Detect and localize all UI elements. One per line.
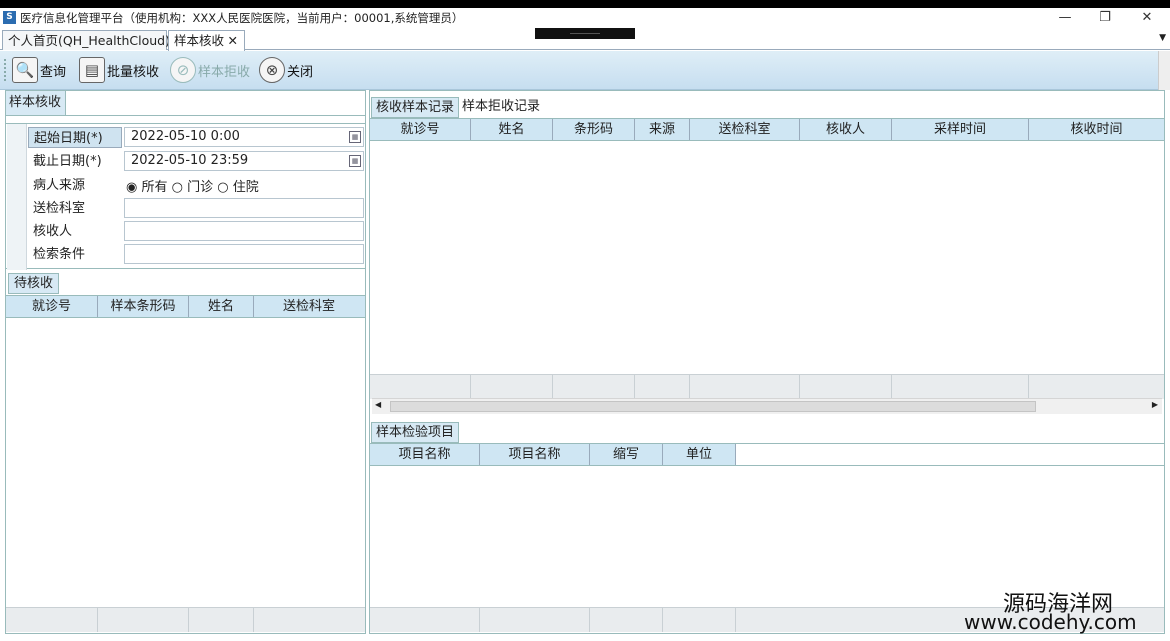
tab-test-items[interactable]: 样本检验项目 [371,422,460,443]
radio-all[interactable]: ◉ 所有 [126,180,168,195]
end-date-row: 截止日期(*) 2022-05-10 23:59 ▦ [8,150,364,173]
horizontal-scrollbar[interactable]: ◀ ▶ [372,398,1162,414]
calendar-icon[interactable]: ▦ [349,155,361,167]
reject-sample-label: 样本拒收 [198,64,251,80]
top-black-band [0,0,1170,8]
items-grid-header-filler [736,444,1164,465]
calendar-icon[interactable]: ▦ [349,131,361,143]
restore-button[interactable]: ❐ [1090,8,1120,28]
tab-sample-verify[interactable]: 样本核收 ✕ [168,30,245,51]
tab-rejected-records[interactable]: 样本拒收记录 [458,97,544,118]
pending-grid-footer [6,607,365,632]
search-condition-input[interactable] [124,244,364,264]
patient-source-radio-group: ◉ 所有 ○ 门诊 ○ 住院 [126,176,259,195]
sample-verify-header: 样本核收 [6,91,365,116]
radio-all-label: 所有 [141,180,168,195]
records-grid-body[interactable] [370,142,1164,374]
camera-notch [535,28,635,39]
end-date-label: 截止日期(*) [33,154,102,169]
tab-list-dropdown-icon[interactable]: ▼ [1159,33,1166,43]
column-header[interactable]: 核收人 [800,119,892,140]
batch-verify-label: 批量核收 [107,64,160,80]
column-header[interactable]: 项目名称 [480,444,590,465]
close-button-label: 关闭 [287,64,314,80]
receiver-label: 核收人 [33,224,73,239]
scroll-left-icon[interactable]: ◀ [375,400,381,409]
tab-home-label: 个人首页(QH_HealthCloud) [8,33,170,48]
close-button[interactable]: ⊗ 关闭 [259,55,313,85]
radio-inpatient[interactable]: ○ 住院 [217,180,259,195]
save-icon: ▤ [79,57,105,83]
toolbar: 🔍 查询 ▤ 批量核收 ⊘ 样本拒收 ⊗ 关闭 [0,51,1158,90]
window-title: 医疗信息化管理平台（使用机构：XXX人民医院医院，当前用户：00001,系统管理… [20,11,464,25]
search-condition-label: 检索条件 [33,247,86,262]
column-header[interactable]: 送检科室 [254,296,364,317]
pending-grid-header: 就诊号 样本条形码 姓名 送检科室 [6,295,365,318]
filter-form: 起始日期(*) 2022-05-10 0:00 ▦ 截止日期(*) 2022-05… [6,123,365,270]
batch-verify-button[interactable]: ▤ 批量核收 [79,55,159,85]
column-header[interactable]: 核收时间 [1029,119,1164,140]
query-button-label: 查询 [40,64,67,80]
dept-input[interactable] [124,198,364,218]
radio-inpatient-label: 住院 [232,180,259,195]
minimize-button[interactable]: — [1050,8,1080,28]
column-header[interactable]: 就诊号 [370,119,471,140]
tab-verified-records[interactable]: 核收样本记录 [371,97,460,118]
watermark-line2: www.codehy.com [964,610,1137,634]
title-bar: S 医疗信息化管理平台（使用机构：XXX人民医院医院，当前用户：00001,系统… [0,8,1170,28]
pending-grid-body[interactable] [6,319,365,607]
search-icon: 🔍 [12,57,38,83]
records-grid-footer [370,374,1164,399]
receiver-row: 核收人 [8,220,364,243]
close-window-button[interactable]: ✕ [1132,8,1162,28]
column-header[interactable]: 条形码 [553,119,635,140]
start-date-value: 2022-05-10 0:00 [131,129,240,144]
toolbar-grip[interactable] [4,59,7,81]
start-date-label: 起始日期(*) [28,127,122,148]
column-header[interactable]: 缩写 [590,444,663,465]
query-button[interactable]: 🔍 查询 [12,55,66,85]
column-header[interactable]: 单位 [663,444,736,465]
left-panel: 样本核收 起始日期(*) 2022-05-10 0:00 ▦ 截止日期(*) 20… [5,90,366,634]
dept-label: 送检科室 [33,201,86,216]
column-header[interactable]: 来源 [635,119,690,140]
column-header[interactable]: 采样时间 [892,119,1029,140]
scroll-right-icon[interactable]: ▶ [1152,400,1158,409]
tab-pending[interactable]: 待核收 [8,273,60,294]
close-circle-icon: ⊗ [259,57,285,83]
patient-source-label: 病人来源 [33,178,86,193]
right-panel: 核收样本记录 样本拒收记录 就诊号 姓名 条形码 来源 送检科室 核收人 采样时… [369,90,1165,634]
radio-outpatient[interactable]: ○ 门诊 [172,180,214,195]
tab-close-icon[interactable]: ✕ [228,31,238,50]
start-date-row: 起始日期(*) 2022-05-10 0:00 ▦ [8,126,364,149]
items-grid-header: 项目名称 项目名称 缩写 单位 [370,443,1164,466]
radio-outpatient-label: 门诊 [187,180,214,195]
scrollbar-thumb[interactable] [390,401,1036,412]
column-header[interactable]: 项目名称 [370,444,480,465]
column-header[interactable]: 送检科室 [690,119,800,140]
column-header[interactable]: 姓名 [189,296,254,317]
section-title: 样本核收 [6,91,66,115]
end-date-input[interactable]: 2022-05-10 23:59 ▦ [124,151,364,171]
column-header[interactable]: 样本条形码 [98,296,189,317]
start-date-input[interactable]: 2022-05-10 0:00 ▦ [124,127,364,147]
records-grid-header: 就诊号 姓名 条形码 来源 送检科室 核收人 采样时间 核收时间 [370,118,1164,141]
app-logo-icon: S [3,11,16,24]
column-header[interactable]: 姓名 [471,119,553,140]
reject-sample-button[interactable]: ⊘ 样本拒收 [170,55,250,85]
patient-source-row: 病人来源 ◉ 所有 ○ 门诊 ○ 住院 [8,174,364,197]
tab-home[interactable]: 个人首页(QH_HealthCloud) [2,30,170,50]
receiver-input[interactable] [124,221,364,241]
tab-sample-verify-label: 样本核收 [174,33,225,48]
toolbar-scroll-area[interactable] [1158,51,1170,90]
dept-row: 送检科室 [8,197,364,220]
forbidden-icon: ⊘ [170,57,196,83]
end-date-value: 2022-05-10 23:59 [131,153,249,168]
column-header[interactable]: 就诊号 [6,296,98,317]
search-condition-row: 检索条件 [8,243,364,266]
